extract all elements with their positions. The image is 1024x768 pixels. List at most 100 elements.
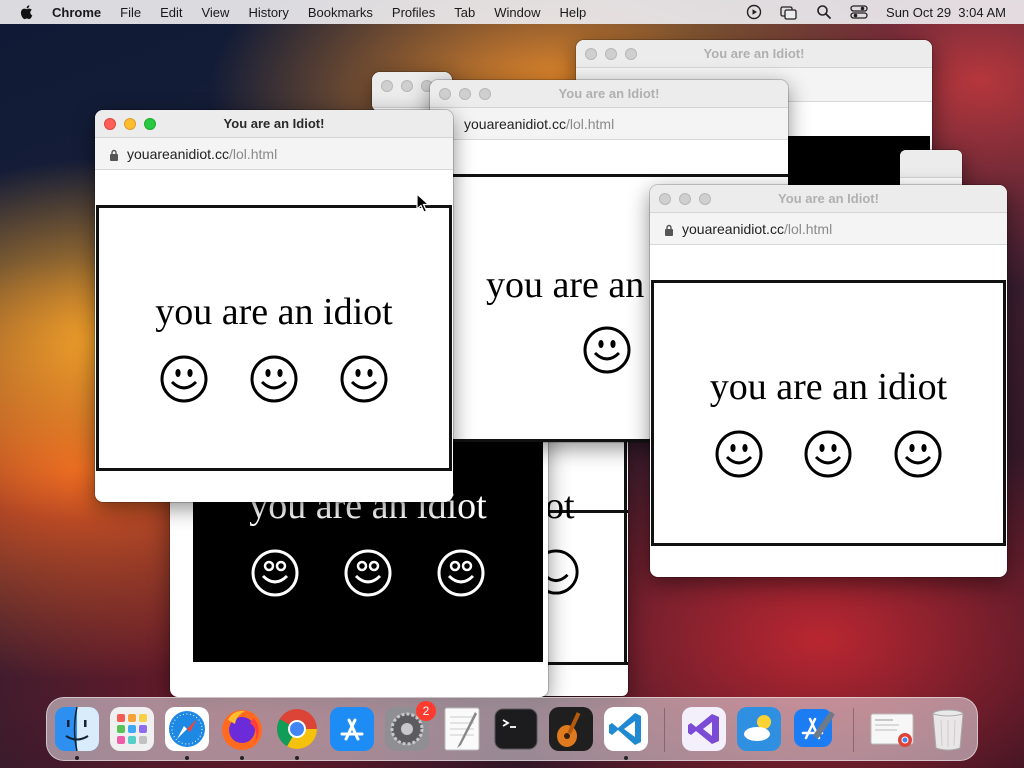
safari-icon <box>165 707 209 751</box>
menu-app-name[interactable]: Chrome <box>52 5 101 20</box>
menu-file[interactable]: File <box>120 5 141 20</box>
window-titlebar[interactable]: You are an Idiot! <box>430 80 788 108</box>
menu-help[interactable]: Help <box>560 5 587 20</box>
dock-item-terminal[interactable] <box>493 706 539 752</box>
page-content: you are an idiot <box>96 205 452 471</box>
menu-history[interactable]: History <box>248 5 288 20</box>
window-title: You are an Idiot! <box>223 116 325 131</box>
address-bar[interactable]: youareanidiot.cc/lol.html <box>430 108 788 140</box>
dock-item-xcode[interactable] <box>791 706 837 752</box>
dock-separator <box>664 708 665 752</box>
dock-item-finder[interactable] <box>54 706 100 752</box>
zoom-button[interactable] <box>625 48 637 60</box>
partial-message: ot <box>545 485 575 527</box>
running-indicator <box>185 756 189 760</box>
firefox-icon <box>222 710 262 750</box>
popup-window-front[interactable]: You are an Idiot! youareanidiot.cc/lol.h… <box>95 110 453 502</box>
dock-item-visual-studio[interactable] <box>681 706 727 752</box>
dock-item-system-settings[interactable]: 2 <box>384 701 436 752</box>
smiley-icon <box>437 549 485 597</box>
dock: 2 <box>46 697 978 761</box>
screen-mirroring-icon[interactable] <box>780 4 798 20</box>
visual-studio-icon <box>682 707 726 751</box>
window-title: You are an Idiot! <box>703 46 805 61</box>
url-path: /lol.html <box>228 146 278 162</box>
apple-menu-icon[interactable] <box>18 3 36 21</box>
popup-window-right[interactable]: You are an Idiot! youareanidiot.cc/lol.h… <box>650 185 1007 577</box>
garageband-icon <box>549 707 593 751</box>
dock-item-firefox[interactable] <box>219 706 265 752</box>
menu-profiles[interactable]: Profiles <box>392 5 435 20</box>
window-title: You are an Idiot! <box>558 86 660 101</box>
vscode-icon <box>604 707 648 751</box>
smiley-icon <box>340 355 388 403</box>
page-message: you are an idiot <box>709 366 948 408</box>
xcode-icon <box>794 709 835 747</box>
window-title: You are an Idiot! <box>778 191 879 206</box>
lock-icon[interactable] <box>664 224 674 237</box>
smiley-icon <box>250 355 298 403</box>
minimize-button[interactable] <box>679 193 691 205</box>
minimize-button[interactable] <box>605 48 617 60</box>
smiley-icon <box>583 326 631 374</box>
menu-view[interactable]: View <box>201 5 229 20</box>
minimize-button[interactable] <box>459 88 471 100</box>
menu-window[interactable]: Window <box>494 5 540 20</box>
page-message: you are an idiot <box>155 291 393 333</box>
close-button[interactable] <box>439 88 451 100</box>
window-titlebar[interactable]: You are an Idiot! <box>576 40 932 68</box>
window-titlebar[interactable]: You are an Idiot! <box>650 185 1007 213</box>
close-button[interactable] <box>585 48 597 60</box>
menu-bookmarks[interactable]: Bookmarks <box>308 5 373 20</box>
launchpad-icon <box>110 707 154 751</box>
dock-item-chrome[interactable] <box>274 706 320 752</box>
window-titlebar[interactable]: You are an Idiot! <box>95 110 453 138</box>
trash-icon <box>932 709 964 751</box>
chrome-icon <box>277 709 317 749</box>
menubar-clock[interactable]: Sun Oct 29 3:04 AM <box>886 5 1006 20</box>
running-indicator <box>240 756 244 760</box>
lock-icon[interactable] <box>109 149 119 162</box>
url-path: /lol.html <box>783 221 833 237</box>
weather-icon <box>737 707 781 751</box>
url-domain: youareanidiot.cc <box>464 116 566 132</box>
control-center-icon[interactable] <box>850 4 868 20</box>
dock-item-launchpad[interactable] <box>109 706 155 752</box>
menu-tab[interactable]: Tab <box>454 5 475 20</box>
dock-separator <box>853 708 854 752</box>
url-domain: youareanidiot.cc <box>127 146 229 162</box>
smiley-icon <box>804 430 852 478</box>
address-bar[interactable]: youareanidiot.cc/lol.html <box>95 138 453 170</box>
dock-item-textedit[interactable] <box>439 706 485 752</box>
dock-item-trash[interactable] <box>925 706 971 752</box>
play-circle-icon[interactable] <box>746 4 762 20</box>
app-store-icon <box>330 707 374 751</box>
running-indicator <box>624 756 628 760</box>
running-indicator <box>75 756 79 760</box>
dock-item-app-store[interactable] <box>329 706 375 752</box>
menu-edit[interactable]: Edit <box>160 5 182 20</box>
textedit-icon <box>444 707 480 751</box>
url-domain: youareanidiot.cc <box>682 221 784 237</box>
dock-item-vscode[interactable] <box>603 706 649 752</box>
recent-document-icon <box>870 713 914 747</box>
dock-item-weather[interactable] <box>736 706 782 752</box>
running-indicator <box>295 756 299 760</box>
page-content: you are an idiot <box>651 280 1006 546</box>
zoom-button[interactable] <box>144 118 156 130</box>
menu-bar: Chrome File Edit View History Bookmarks … <box>0 0 1024 24</box>
minimize-button[interactable] <box>124 118 136 130</box>
mouse-cursor-icon <box>416 193 430 213</box>
finder-icon <box>55 706 99 752</box>
zoom-button[interactable] <box>479 88 491 100</box>
dock-item-safari[interactable] <box>164 706 210 752</box>
close-button[interactable] <box>104 118 116 130</box>
address-bar[interactable]: youareanidiot.cc/lol.html <box>650 213 1007 245</box>
zoom-button[interactable] <box>699 193 711 205</box>
dock-item-garageband[interactable] <box>548 706 594 752</box>
notification-badge: 2 <box>416 701 436 721</box>
dock-item-recent-document[interactable] <box>869 706 919 752</box>
close-button[interactable] <box>659 193 671 205</box>
terminal-icon <box>494 708 538 750</box>
search-icon[interactable] <box>816 4 832 20</box>
